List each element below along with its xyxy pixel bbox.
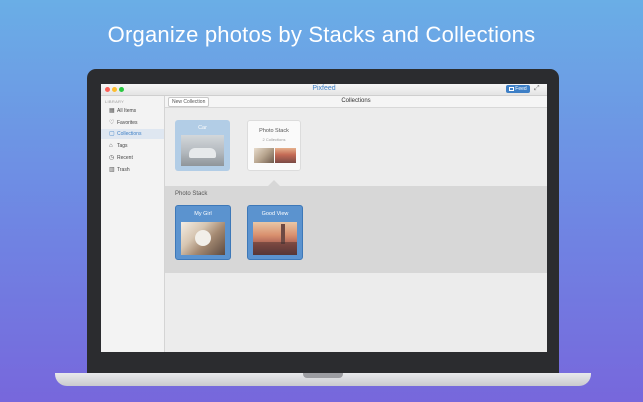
sidebar-item-recent[interactable]: ◷ Recent [101,153,164,163]
sidebar-item-label: Recent [117,155,133,161]
collection-thumbnail [181,135,224,166]
collection-card-title: My Girl [194,211,212,217]
sidebar-item-label: All Items [117,108,137,114]
sidebar: LIBRARY ▦ All Items ♡ Favorites ▢ Collec… [101,96,165,352]
drawer-title: Photo Stack [175,191,208,197]
sidebar-item-label: Collections [117,131,142,137]
sidebar-item-trash[interactable]: ▥ Trash [101,165,164,175]
headline: Organize photos by Stacks and Collection… [107,22,536,47]
fullscreen-icon[interactable]: ⤢ [534,85,540,93]
page-title: Collections [341,98,371,104]
app-window: Pixfeed Feed ⤢ LIBRARY ▦ All Items ♡ Fav… [101,84,547,352]
stack-thumbnail [275,148,296,163]
collection-card-car[interactable]: Car [175,120,230,171]
stack-thumbnail [254,148,274,163]
collection-card-title: Good View [261,211,289,217]
feed-button[interactable]: Feed [506,85,530,93]
collection-card-photo-stack[interactable]: Photo Stack 2 Collections [247,120,301,171]
collection-thumbnail [181,222,225,255]
collection-thumbnail [253,222,297,255]
clock-icon: ◷ [109,155,115,161]
feed-button-label: Feed [515,86,527,92]
sidebar-item-label: Favorites [117,120,138,126]
sidebar-item-label: Trash [117,167,130,173]
collection-card-title: Photo Stack [259,128,289,134]
sidebar-item-label: Tags [117,143,128,149]
grid-icon: ▦ [109,108,115,114]
sidebar-item-collections[interactable]: ▢ Collections [101,129,164,139]
collection-card-my-girl[interactable]: My Girl [175,205,231,260]
sidebar-item-tags[interactable]: ⌂ Tags [101,141,164,151]
sidebar-section-label: LIBRARY [105,99,125,104]
heart-icon: ♡ [109,120,115,126]
collection-card-subtitle: 2 Collections [262,137,286,142]
sidebar-item-all-items[interactable]: ▦ All Items [101,106,164,116]
laptop-notch [303,373,343,378]
app-title: Pixfeed [312,85,336,92]
tag-icon: ⌂ [109,143,113,149]
collection-card-title: Car [198,125,207,131]
stack-drawer: Photo Stack My Girl Good View [165,186,547,273]
collection-card-good-view[interactable]: Good View [247,205,303,260]
feed-icon [509,87,515,91]
trash-icon: ▥ [109,167,115,173]
title-bar: Pixfeed Feed ⤢ [101,84,547,96]
collection-icon: ▢ [109,131,115,137]
sidebar-item-favorites[interactable]: ♡ Favorites [101,118,164,128]
toolbar: New Collection Collections [165,96,547,108]
